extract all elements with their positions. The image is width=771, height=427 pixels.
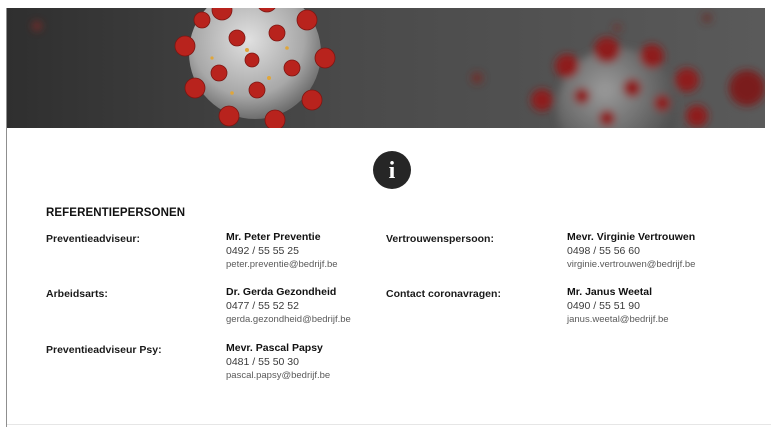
svg-text:i: i <box>389 158 396 184</box>
info-icon: i <box>373 151 411 189</box>
contact-preventieadviseur: Mr. Peter Preventie 0492 / 55 55 25 pete… <box>226 231 338 272</box>
contact-phone: 0477 / 55 52 52 <box>226 299 299 312</box>
contact-arbeidsarts: Dr. Gerda Gezondheid 0477 / 55 52 52 ger… <box>226 286 351 327</box>
contact-name: Mr. Peter Preventie <box>226 231 321 243</box>
contact-name: Mr. Janus Weetal <box>567 286 653 298</box>
role-label-preventieadviseur-psy: Preventieadviseur Psy: <box>46 344 162 356</box>
role-label-contact-coronavragen: Contact coronavragen: <box>386 288 501 300</box>
contact-phone: 0481 / 55 50 30 <box>226 355 299 368</box>
role-label-vertrouwenspersoon: Vertrouwenspersoon: <box>386 233 494 245</box>
coronavirus-illustration <box>7 8 765 128</box>
contact-phone: 0492 / 55 55 25 <box>226 244 299 257</box>
contact-name: Mevr. Pascal Papsy <box>226 342 323 354</box>
contact-phone: 0498 / 55 56 60 <box>567 244 640 257</box>
page-bottom-divider <box>7 424 771 425</box>
contact-email: pascal.papsy@bedrijf.be <box>226 370 331 381</box>
section-heading: REFERENTIEPERSONEN <box>46 207 186 219</box>
contact-email: peter.preventie@bedrijf.be <box>226 259 338 270</box>
contact-phone: 0490 / 55 51 90 <box>567 299 640 312</box>
coronavirus-banner-image <box>7 8 765 128</box>
contact-coronavragen: Mr. Janus Weetal 0490 / 55 51 90 janus.w… <box>567 286 669 327</box>
document-page: i REFERENTIEPERSONEN Preventieadviseur: … <box>0 0 771 427</box>
contact-vertrouwenspersoon: Mevr. Virginie Vertrouwen 0498 / 55 56 6… <box>567 231 695 272</box>
contact-preventieadviseur-psy: Mevr. Pascal Papsy 0481 / 55 50 30 pasca… <box>226 342 330 383</box>
role-label-arbeidsarts: Arbeidsarts: <box>46 288 108 300</box>
contact-name: Mevr. Virginie Vertrouwen <box>567 231 696 243</box>
contact-email: janus.weetal@bedrijf.be <box>567 314 669 325</box>
role-label-preventieadviseur: Preventieadviseur: <box>46 233 140 245</box>
contact-email: virginie.vertrouwen@bedrijf.be <box>567 259 696 270</box>
contact-email: gerda.gezondheid@bedrijf.be <box>226 314 351 325</box>
contact-name: Dr. Gerda Gezondheid <box>226 286 337 298</box>
